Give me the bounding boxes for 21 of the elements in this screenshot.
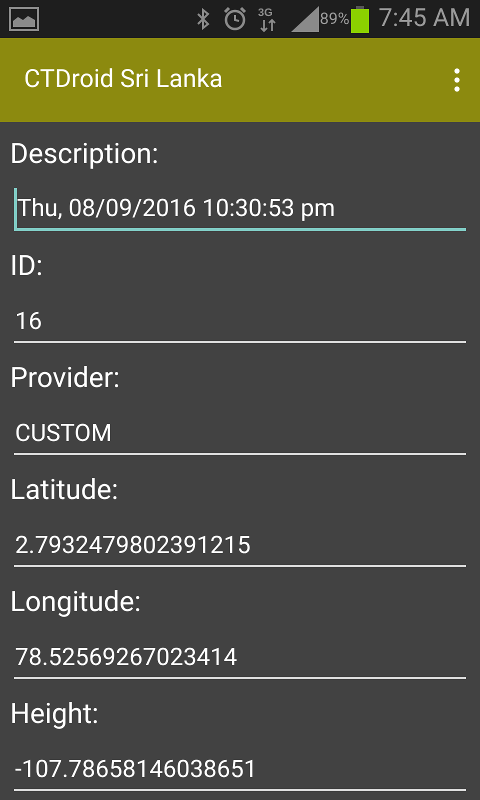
signal-icon	[290, 6, 319, 32]
field-label: Description:	[9, 136, 160, 172]
field-label: Height:	[9, 696, 100, 732]
image-icon	[9, 7, 39, 31]
clock: 7:45 AM	[378, 3, 471, 36]
field-label: Latitude:	[9, 472, 120, 508]
app-title: CTDroid Sri Lanka	[24, 64, 224, 96]
text-field[interactable]: 2.7932479802391215	[14, 524, 466, 567]
bluetooth-icon	[196, 7, 210, 31]
text-field[interactable]: Thu, 08/09/2016 10:30:53 pm	[14, 188, 466, 231]
text-field[interactable]: -107.78658146038651	[14, 748, 466, 791]
battery-icon	[351, 6, 370, 32]
battery-percent: 89%	[320, 8, 350, 30]
field-label: ID:	[9, 248, 44, 284]
text-field[interactable]: 78.52569267023414	[14, 636, 466, 679]
text-field[interactable]: CUSTOM	[14, 412, 466, 455]
overflow-menu-icon[interactable]	[454, 68, 460, 92]
text-field[interactable]: 16	[14, 300, 466, 343]
field-label: Longitude:	[9, 584, 142, 620]
alarm-clock-icon	[222, 6, 248, 32]
field-label: Provider:	[9, 360, 121, 396]
